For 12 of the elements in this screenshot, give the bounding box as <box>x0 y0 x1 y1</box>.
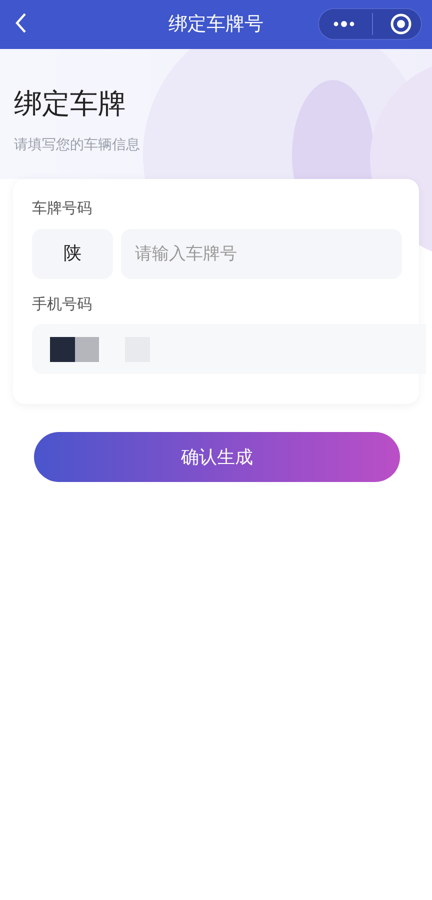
more-icon[interactable] <box>333 20 355 28</box>
confirm-button[interactable]: 确认生成 <box>34 432 400 482</box>
field-label: 手机号码 <box>32 294 93 314</box>
heading: 绑定车牌 <box>14 87 127 121</box>
province-selector[interactable]: 陕 <box>32 228 113 278</box>
subtitle: 请填写您的车辆信息 <box>14 136 141 155</box>
back-icon[interactable] <box>14 12 28 34</box>
field-label: 车牌号码 <box>32 198 93 219</box>
plate-input[interactable]: 请输入车牌号 <box>121 228 402 278</box>
close-icon[interactable] <box>390 13 412 35</box>
phone-input[interactable] <box>32 324 426 374</box>
page-title: 绑定车牌号 <box>168 12 264 38</box>
